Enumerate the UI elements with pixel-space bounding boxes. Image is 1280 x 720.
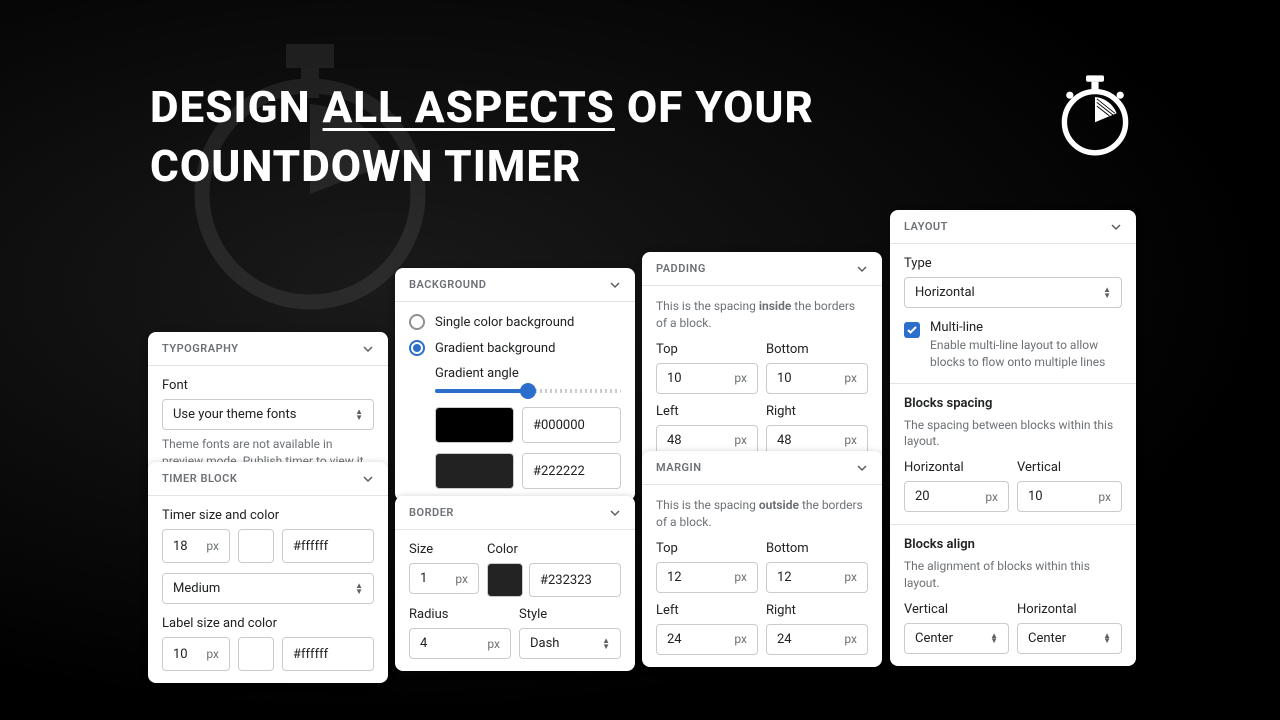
label-size-label: Label size and color bbox=[162, 616, 374, 631]
margin-top-label: Top bbox=[656, 541, 758, 556]
typography-header[interactable]: TYPOGRAPHY bbox=[148, 332, 388, 366]
stopwatch-logo-icon bbox=[1050, 70, 1140, 160]
timer-size-input[interactable]: 18px bbox=[162, 529, 230, 563]
padding-hint: This is the spacing inside the borders o… bbox=[656, 298, 868, 332]
label-size-input[interactable]: 10px bbox=[162, 637, 230, 671]
layout-panel: LAYOUT Type Horizontal▲▼ Multi-line Enab… bbox=[890, 210, 1136, 666]
blocks-spacing-title: Blocks spacing bbox=[904, 396, 1122, 411]
label-color-input[interactable]: #ffffff bbox=[282, 637, 374, 671]
margin-right-label: Right bbox=[766, 603, 868, 618]
layout-type-select[interactable]: Horizontal▲▼ bbox=[904, 277, 1122, 308]
margin-left-input[interactable]: 24px bbox=[656, 624, 758, 655]
align-h-label: Horizontal bbox=[1017, 602, 1122, 617]
padding-panel: PADDING This is the spacing inside the b… bbox=[642, 252, 882, 468]
blocks-spacing-hint: The spacing between blocks within this l… bbox=[904, 417, 1122, 451]
spacing-v-label: Vertical bbox=[1017, 460, 1122, 475]
border-size-label: Size bbox=[409, 542, 479, 557]
spacing-h-label: Horizontal bbox=[904, 460, 1009, 475]
page-headline: DESIGN ALL ASPECTS OF YOUR COUNTDOWN TIM… bbox=[150, 78, 814, 197]
timer-size-label: Timer size and color bbox=[162, 508, 374, 523]
border-panel: BORDER Size 1px Color #232323 Radius 4px… bbox=[395, 496, 635, 671]
background-panel: BACKGROUND Single color background Gradi… bbox=[395, 268, 635, 501]
align-h-select[interactable]: Center▲▼ bbox=[1017, 623, 1122, 654]
border-style-select[interactable]: Dash▲▼ bbox=[519, 628, 621, 659]
padding-left-label: Left bbox=[656, 404, 758, 419]
border-header[interactable]: BORDER bbox=[395, 496, 635, 530]
padding-bottom-label: Bottom bbox=[766, 342, 868, 357]
gradient-angle-slider[interactable] bbox=[435, 389, 621, 393]
border-radius-input[interactable]: 4px bbox=[409, 628, 511, 659]
padding-top-input[interactable]: 10px bbox=[656, 363, 758, 394]
border-color-input[interactable]: #232323 bbox=[529, 563, 621, 597]
margin-left-label: Left bbox=[656, 603, 758, 618]
margin-hint: This is the spacing outside the borders … bbox=[656, 497, 868, 531]
padding-bottom-input[interactable]: 10px bbox=[766, 363, 868, 394]
label-color-swatch[interactable] bbox=[238, 637, 274, 671]
blocks-align-hint: The alignment of blocks within this layo… bbox=[904, 558, 1122, 592]
chevron-down-icon bbox=[856, 263, 868, 275]
spacing-v-input[interactable]: 10px bbox=[1017, 481, 1122, 512]
gradient-color1-swatch[interactable] bbox=[435, 407, 514, 443]
layout-header[interactable]: LAYOUT bbox=[890, 210, 1136, 244]
timer-color-swatch[interactable] bbox=[238, 529, 274, 563]
align-v-label: Vertical bbox=[904, 602, 1009, 617]
border-color-swatch[interactable] bbox=[487, 563, 523, 597]
timer-block-panel: TIMER BLOCK Timer size and color 18px #f… bbox=[148, 462, 388, 683]
blocks-align-title: Blocks align bbox=[904, 537, 1122, 552]
chevron-down-icon bbox=[609, 507, 621, 519]
check-icon bbox=[907, 325, 917, 335]
margin-bottom-label: Bottom bbox=[766, 541, 868, 556]
select-arrows-icon: ▲▼ bbox=[355, 409, 363, 420]
chevron-down-icon bbox=[1110, 221, 1122, 233]
chevron-down-icon bbox=[856, 462, 868, 474]
font-select[interactable]: Use your theme fonts ▲▼ bbox=[162, 399, 374, 430]
margin-panel: MARGIN This is the spacing outside the b… bbox=[642, 451, 882, 667]
multiline-checkbox[interactable]: Multi-line Enable multi-line layout to a… bbox=[904, 320, 1122, 371]
border-radius-label: Radius bbox=[409, 607, 511, 622]
margin-bottom-input[interactable]: 12px bbox=[766, 562, 868, 593]
gradient-color1-input[interactable]: #000000 bbox=[522, 407, 621, 443]
layout-type-label: Type bbox=[904, 256, 1122, 271]
padding-header[interactable]: PADDING bbox=[642, 252, 882, 286]
chevron-down-icon bbox=[609, 279, 621, 291]
margin-header[interactable]: MARGIN bbox=[642, 451, 882, 485]
chevron-down-icon bbox=[362, 343, 374, 355]
chevron-down-icon bbox=[362, 473, 374, 485]
timer-weight-select[interactable]: Medium ▲▼ bbox=[162, 573, 374, 604]
border-size-input[interactable]: 1px bbox=[409, 563, 479, 594]
spacing-h-input[interactable]: 20px bbox=[904, 481, 1009, 512]
gradient-angle-label: Gradient angle bbox=[435, 366, 621, 381]
gradient-color2-input[interactable]: #222222 bbox=[522, 453, 621, 489]
padding-right-label: Right bbox=[766, 404, 868, 419]
padding-top-label: Top bbox=[656, 342, 758, 357]
border-color-label: Color bbox=[487, 542, 621, 557]
font-label: Font bbox=[162, 378, 374, 393]
margin-top-input[interactable]: 12px bbox=[656, 562, 758, 593]
align-v-select[interactable]: Center▲▼ bbox=[904, 623, 1009, 654]
single-color-radio[interactable]: Single color background bbox=[409, 314, 621, 330]
border-style-label: Style bbox=[519, 607, 621, 622]
gradient-color2-swatch[interactable] bbox=[435, 453, 514, 489]
background-header[interactable]: BACKGROUND bbox=[395, 268, 635, 302]
select-arrows-icon: ▲▼ bbox=[355, 583, 363, 594]
gradient-radio[interactable]: Gradient background bbox=[409, 340, 621, 356]
timer-block-header[interactable]: TIMER BLOCK bbox=[148, 462, 388, 496]
timer-color-input[interactable]: #ffffff bbox=[282, 529, 374, 563]
margin-right-input[interactable]: 24px bbox=[766, 624, 868, 655]
